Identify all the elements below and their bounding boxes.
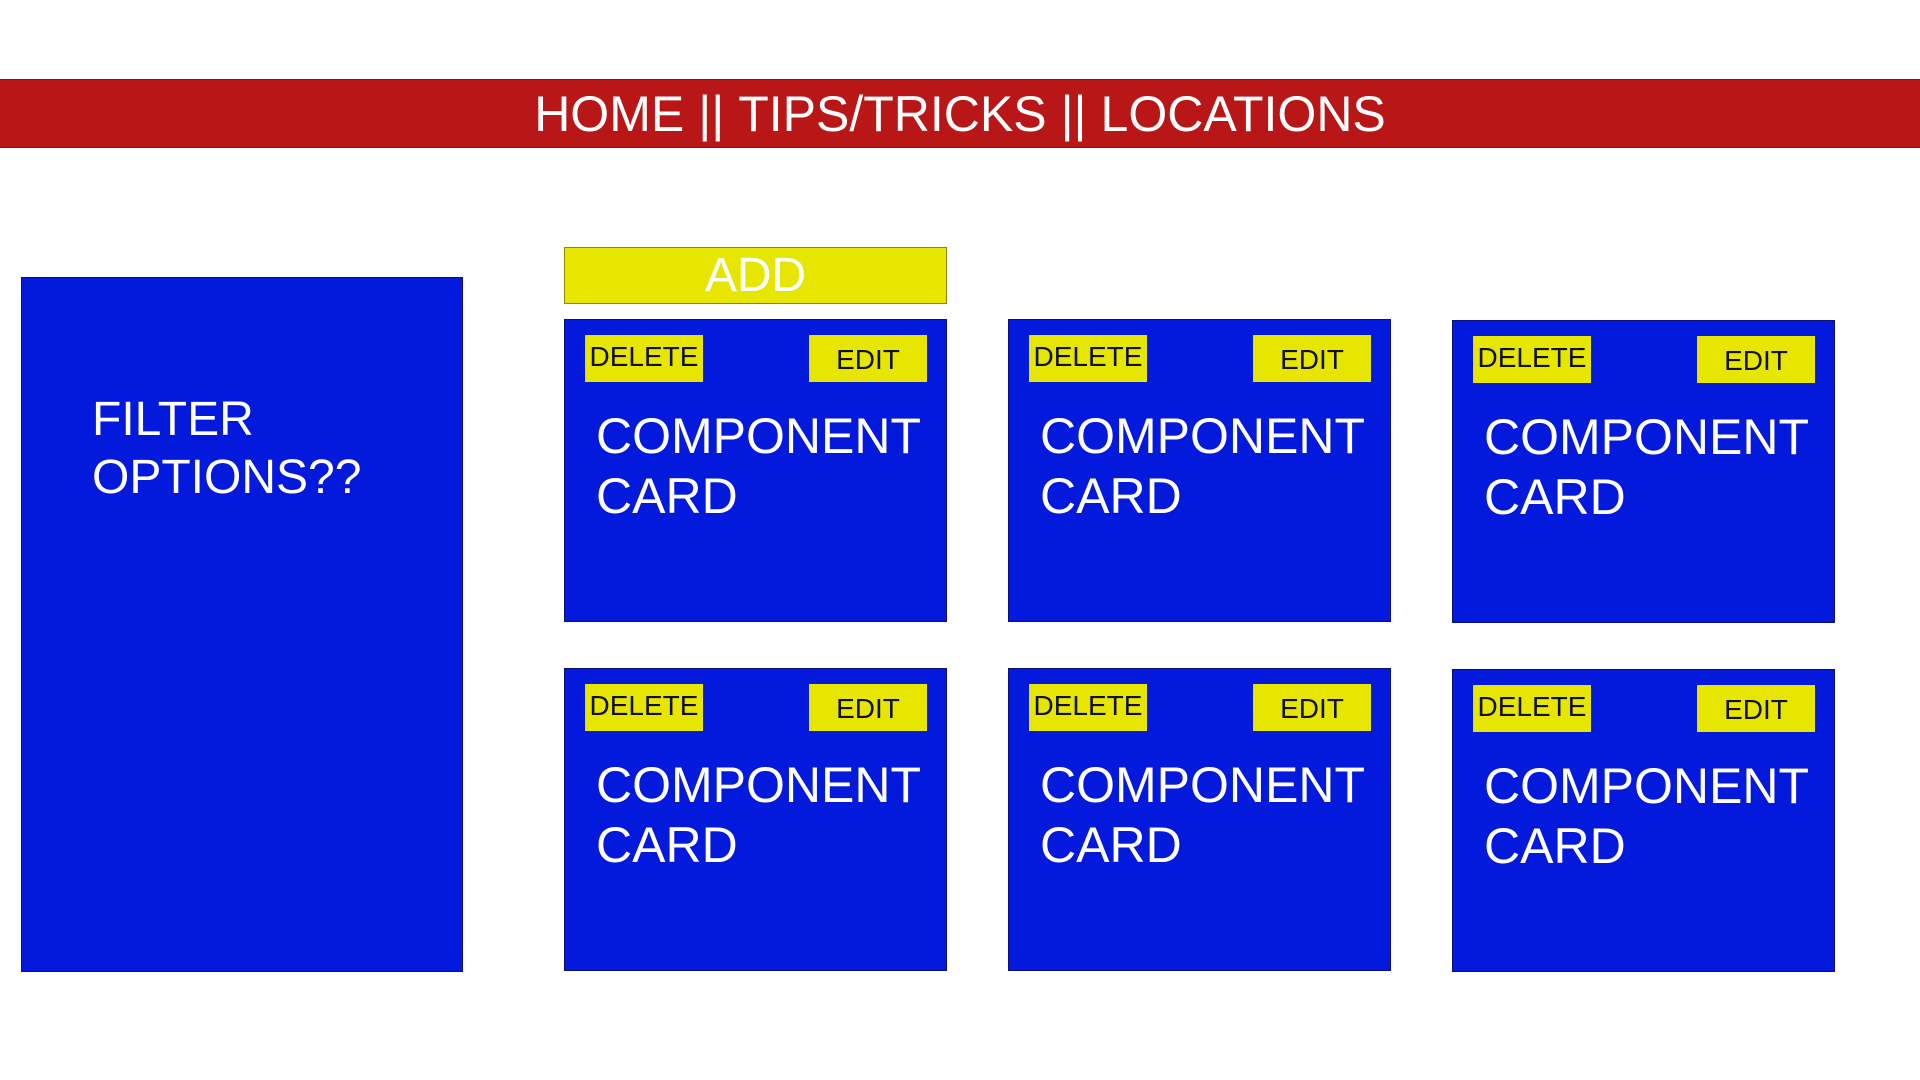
edit-button[interactable]: EDIT (1253, 684, 1371, 731)
card-title: COMPONENT CARD (1484, 758, 1809, 874)
edit-button[interactable]: EDIT (1697, 336, 1815, 383)
edit-button[interactable]: EDIT (1697, 685, 1815, 732)
nav-tips-tricks-link[interactable]: TIPS/TRICKS (738, 89, 1046, 139)
delete-button[interactable]: DELETE (1473, 336, 1591, 383)
delete-button[interactable]: DELETE (1473, 685, 1591, 732)
edit-button[interactable]: EDIT (809, 684, 927, 731)
card-title: COMPONENT CARD (1040, 408, 1365, 524)
delete-button[interactable]: DELETE (585, 684, 703, 731)
nav-locations-link[interactable]: LOCATIONS (1101, 89, 1386, 139)
nav-home-link[interactable]: HOME (534, 89, 684, 139)
nav-separator: || (698, 85, 725, 142)
component-card[interactable]: DELETE EDIT COMPONENT CARD (1008, 668, 1391, 971)
delete-button[interactable]: DELETE (1029, 335, 1147, 382)
card-title: COMPONENT CARD (1040, 757, 1365, 873)
card-title: COMPONENT CARD (596, 408, 921, 524)
card-title: COMPONENT CARD (1484, 409, 1809, 525)
component-card[interactable]: DELETE EDIT COMPONENT CARD (1008, 319, 1391, 622)
card-title: COMPONENT CARD (596, 757, 921, 873)
component-card[interactable]: DELETE EDIT COMPONENT CARD (564, 319, 947, 622)
component-card[interactable]: DELETE EDIT COMPONENT CARD (1452, 669, 1835, 972)
filter-panel: FILTER OPTIONS?? (21, 277, 463, 972)
edit-button[interactable]: EDIT (809, 335, 927, 382)
edit-button[interactable]: EDIT (1253, 335, 1371, 382)
component-card[interactable]: DELETE EDIT COMPONENT CARD (1452, 320, 1835, 623)
filter-options-label: FILTER OPTIONS?? (92, 393, 362, 504)
add-button[interactable]: ADD (564, 247, 947, 304)
top-navbar: HOME || TIPS/TRICKS || LOCATIONS (0, 79, 1920, 148)
nav-separator: || (1060, 85, 1087, 142)
delete-button[interactable]: DELETE (585, 335, 703, 382)
component-card[interactable]: DELETE EDIT COMPONENT CARD (564, 668, 947, 971)
delete-button[interactable]: DELETE (1029, 684, 1147, 731)
